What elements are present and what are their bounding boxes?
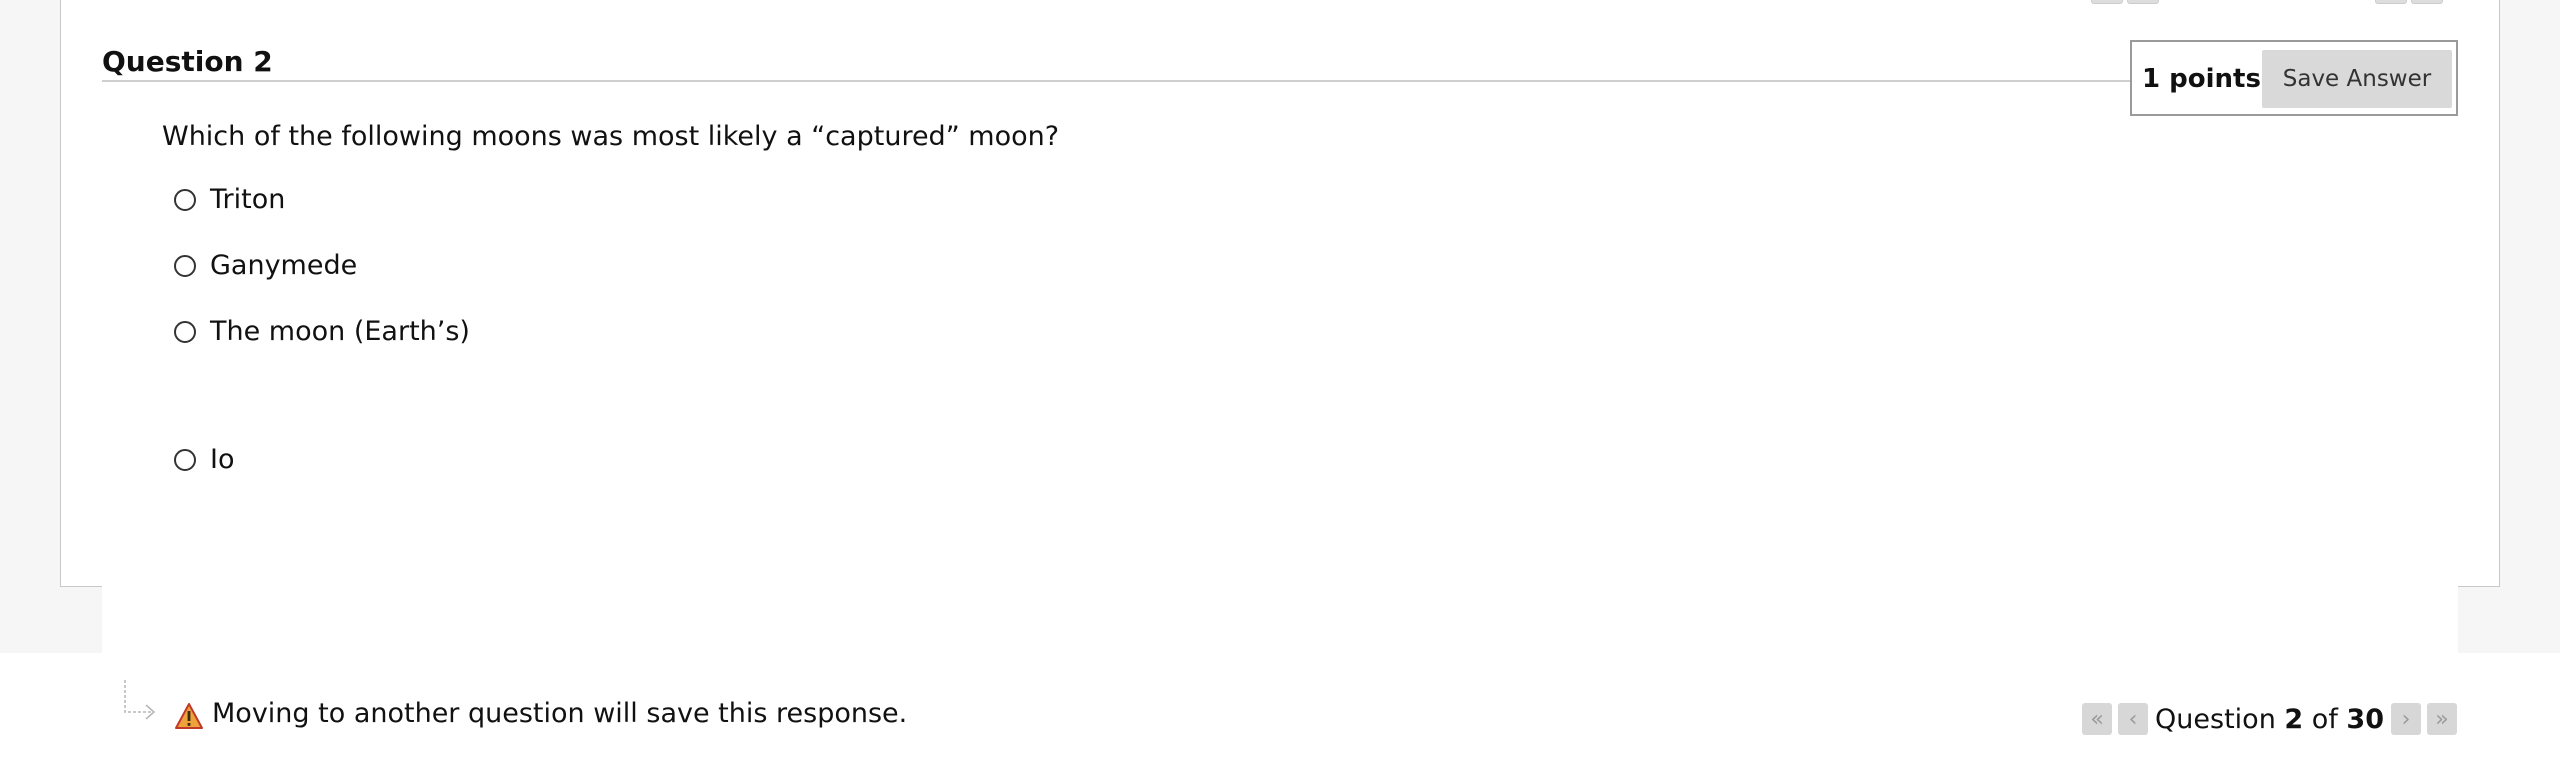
chevron-right-icon: ›	[2401, 706, 2411, 732]
double-chevron-left-icon: «	[2090, 706, 2104, 732]
pagination-label: Question 2 of 30	[2155, 704, 2384, 735]
total-questions: 30	[2346, 703, 2384, 735]
answer-option-label[interactable]: Ganymede	[210, 247, 357, 285]
radio-button[interactable]	[174, 449, 196, 471]
points-box: 1 points Save Answer	[2130, 40, 2458, 116]
pagination-prefix: Question	[2155, 703, 2276, 735]
top-prev-question-button[interactable]	[2127, 0, 2159, 4]
corner-arrow-icon	[122, 680, 158, 730]
double-chevron-right-icon: »	[2435, 706, 2449, 732]
question-pagination: « ‹ Question 2 of 30 › »	[2079, 700, 2460, 738]
top-next-question-button[interactable]	[2375, 0, 2407, 4]
points-label: 1 points	[2142, 64, 2261, 94]
answer-option-io[interactable]: Io	[174, 440, 234, 480]
answer-option-triton[interactable]: Triton	[174, 180, 285, 220]
warning-icon	[174, 702, 204, 734]
pagination-of: of	[2311, 703, 2338, 735]
question-card-extension	[102, 586, 2458, 653]
question-divider	[102, 80, 2130, 82]
question-text: Which of the following moons was most li…	[162, 121, 1060, 152]
question-title: Question 2	[102, 45, 273, 78]
last-question-button[interactable]: »	[2427, 703, 2457, 735]
chevron-left-icon: ‹	[2128, 706, 2138, 732]
answer-option-earth-moon[interactable]: The moon (Earth’s)	[174, 312, 470, 352]
first-question-button[interactable]: «	[2082, 703, 2113, 735]
save-notice: Moving to another question will save thi…	[212, 698, 908, 729]
top-last-question-button[interactable]	[2411, 0, 2443, 4]
answer-option-label[interactable]: The moon (Earth’s)	[210, 313, 470, 351]
answer-option-ganymede[interactable]: Ganymede	[174, 246, 357, 286]
top-first-question-button[interactable]	[2091, 0, 2123, 4]
answer-option-label[interactable]: Io	[210, 441, 234, 479]
radio-button[interactable]	[174, 255, 196, 277]
answer-option-label[interactable]: Triton	[210, 181, 285, 219]
save-answer-button[interactable]: Save Answer	[2262, 50, 2452, 108]
next-question-button[interactable]: ›	[2391, 703, 2421, 735]
previous-question-button[interactable]: ‹	[2118, 703, 2149, 735]
radio-button[interactable]	[174, 189, 196, 211]
radio-button[interactable]	[174, 321, 196, 343]
current-question-number: 2	[2284, 703, 2304, 735]
